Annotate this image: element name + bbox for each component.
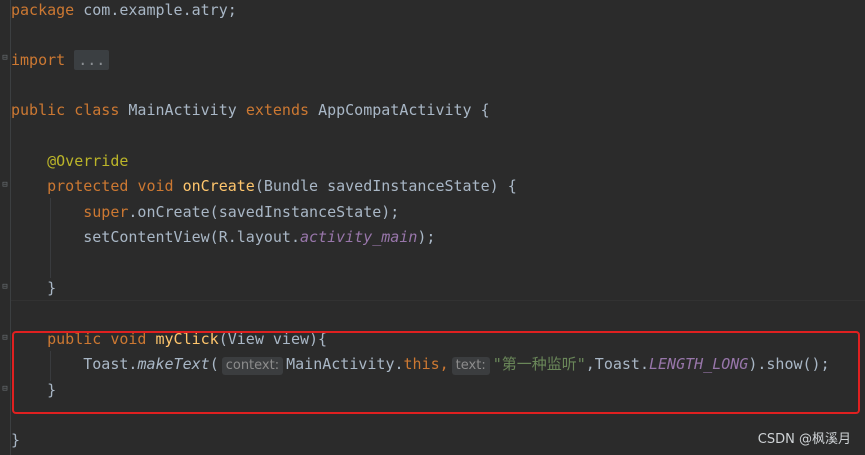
fold-icon[interactable]: ⊟: [1, 54, 9, 63]
fold-icon[interactable]: ⊟: [1, 385, 9, 394]
annotation: @Override: [47, 152, 129, 170]
code-line-brace[interactable]: }: [11, 276, 56, 301]
watermark: CSDN @枫溪月: [757, 432, 851, 447]
code-line-oncreate[interactable]: protected void onCreate(Bundle savedInst…: [11, 174, 517, 199]
code-line-super-call[interactable]: super.onCreate(savedInstanceState);: [11, 200, 399, 225]
code-line-import[interactable]: import ...: [11, 48, 110, 73]
method-separator: [11, 300, 865, 301]
package-name: com.example.atry;: [74, 1, 237, 19]
code-line-setcontentview[interactable]: setContentView(R.layout.activity_main);: [11, 225, 435, 250]
keyword: class: [74, 101, 120, 119]
keyword: import: [11, 51, 66, 69]
keyword: protected: [47, 177, 129, 195]
fold-icon[interactable]: ⊟: [1, 181, 9, 190]
call-text: );: [417, 228, 436, 246]
superclass-name: AppCompatActivity {: [318, 101, 490, 119]
code-line-annotation[interactable]: @Override: [11, 149, 128, 174]
close-brace: }: [11, 431, 21, 449]
code-line-class[interactable]: public class MainActivity extends AppCom…: [11, 98, 490, 123]
fold-icon[interactable]: ⊟: [1, 283, 9, 292]
red-highlight-box: [12, 331, 860, 414]
keyword: public: [11, 101, 66, 119]
keyword: extends: [245, 101, 310, 119]
method-name: onCreate: [182, 177, 255, 195]
code-line-brace[interactable]: }: [11, 428, 20, 453]
keyword: super: [83, 203, 129, 221]
keyword: void: [137, 177, 174, 195]
class-name: MainActivity: [128, 101, 237, 119]
folded-imports[interactable]: ...: [74, 50, 110, 70]
static-field: activity_main: [300, 228, 418, 246]
close-brace: }: [47, 279, 57, 297]
fold-icon[interactable]: ⊟: [1, 334, 9, 343]
code-line-package[interactable]: package com.example.atry;: [11, 0, 237, 23]
method-params: (Bundle savedInstanceState) {: [254, 177, 517, 195]
call-text: setContentView(R.layout.: [83, 228, 300, 246]
call-text: .onCreate(savedInstanceState);: [128, 203, 400, 221]
keyword: package: [11, 1, 75, 19]
